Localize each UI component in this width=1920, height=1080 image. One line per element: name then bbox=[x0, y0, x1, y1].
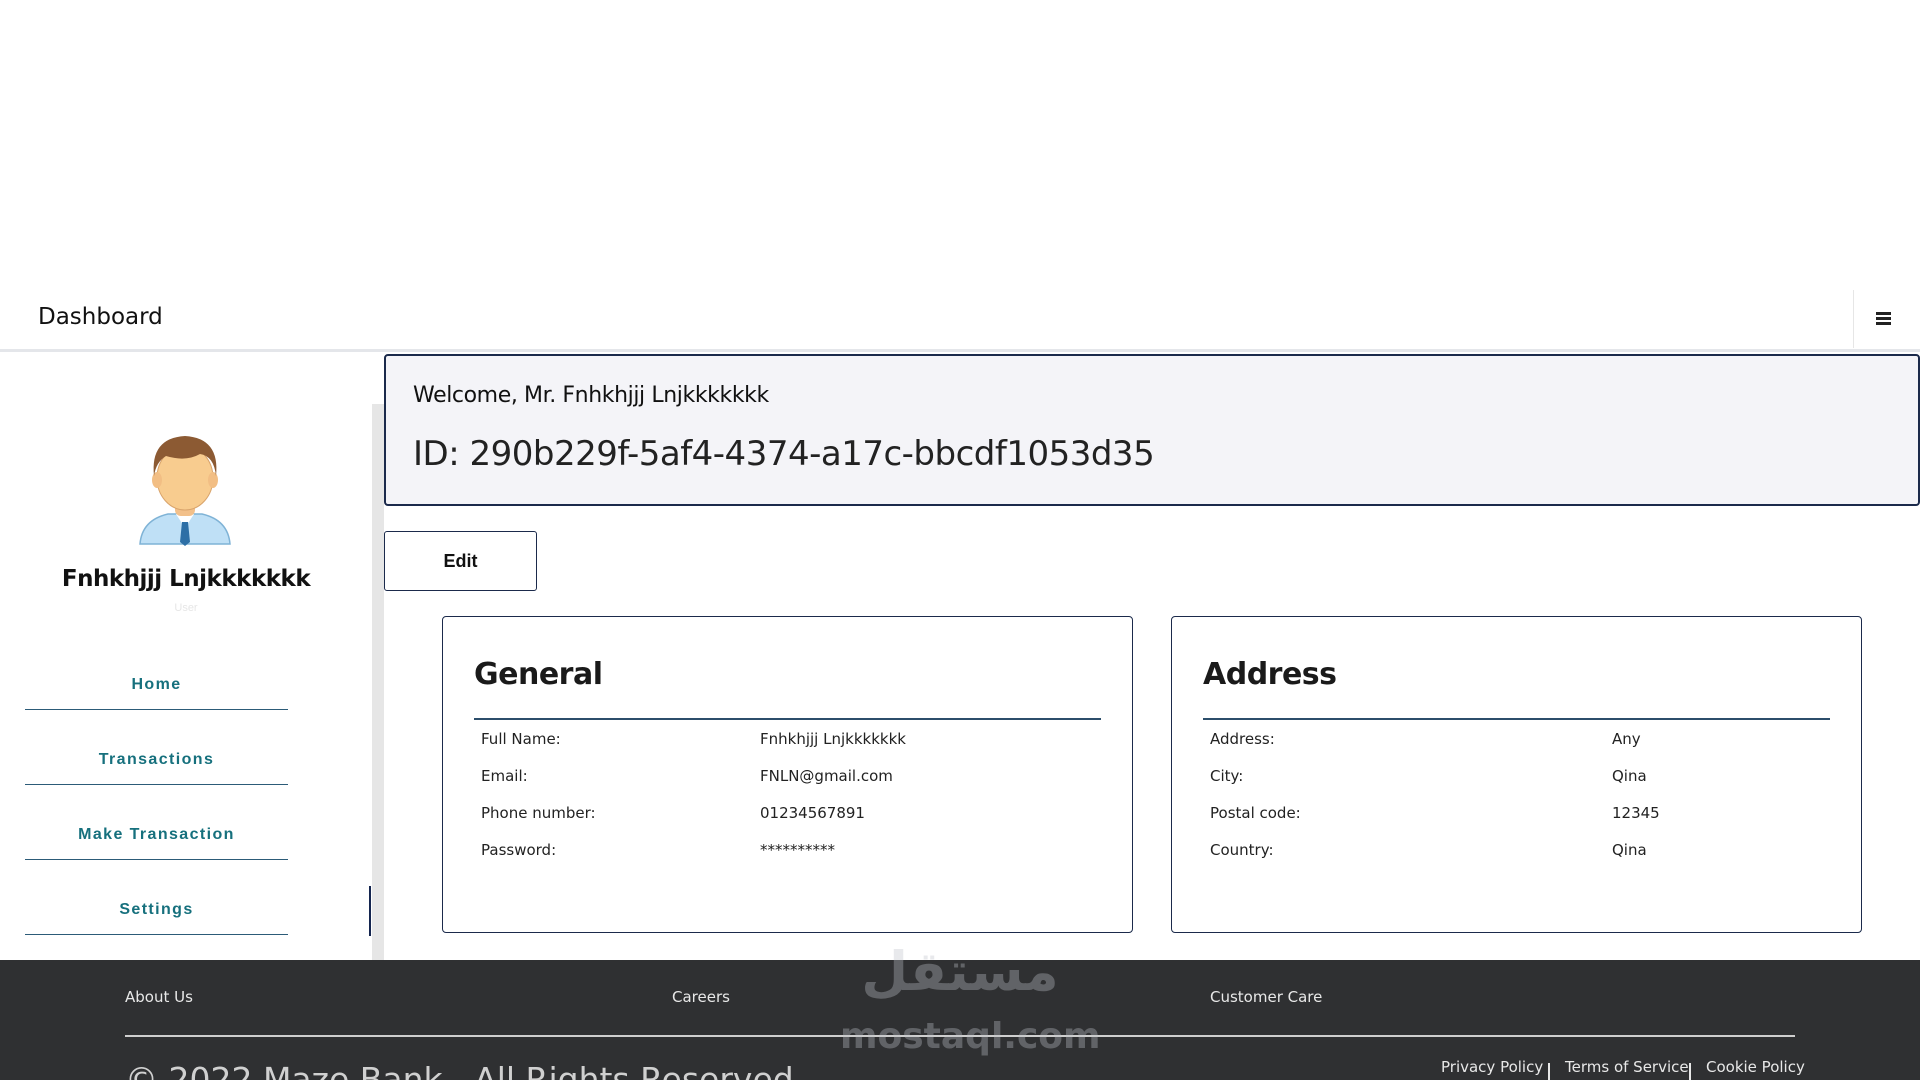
welcome-greeting: Welcome, Mr. Fnhkhjjj Lnjkkkkkkk bbox=[413, 383, 769, 408]
terms-of-service-link[interactable]: Terms of Service bbox=[1565, 1058, 1689, 1076]
info-value: Qina bbox=[1612, 841, 1647, 859]
menu-divider bbox=[1853, 290, 1854, 348]
user-role: User bbox=[174, 602, 198, 614]
info-label: City: bbox=[1210, 767, 1244, 785]
account-id: ID: 290b229f-5af4-4374-a17c-bbcdf1053d35 bbox=[413, 434, 1155, 474]
general-divider bbox=[474, 718, 1101, 720]
address-card: Address Address: Any City: Qina Postal c… bbox=[1171, 616, 1862, 933]
info-label: Full Name: bbox=[481, 730, 561, 748]
cookie-policy-link[interactable]: Cookie Policy bbox=[1706, 1058, 1805, 1076]
sidebar-item-transactions[interactable]: Transactions bbox=[25, 733, 288, 785]
active-indicator bbox=[369, 886, 371, 936]
edit-button[interactable]: Edit bbox=[384, 531, 537, 591]
sidebar-item-home[interactable]: Home bbox=[25, 658, 288, 710]
page-title: Dashboard bbox=[38, 304, 163, 330]
top-bar: Dashboard bbox=[0, 290, 1920, 352]
sidebar-item-make-transaction[interactable]: Make Transaction bbox=[25, 808, 288, 860]
page: Dashboard Fnhkhjjj Lnjkkkkkkk User Home … bbox=[0, 0, 1920, 1080]
info-value: Any bbox=[1612, 730, 1641, 748]
general-card: General Full Name: Fnhkhjjj Lnjkkkkkkk E… bbox=[442, 616, 1133, 933]
footer-link-careers[interactable]: Careers bbox=[672, 988, 730, 1006]
info-value: FNLN@gmail.com bbox=[760, 767, 893, 785]
info-label: Phone number: bbox=[481, 804, 596, 822]
footer-divider bbox=[125, 1035, 1795, 1037]
info-label: Country: bbox=[1210, 841, 1274, 859]
hamburger-menu-icon[interactable] bbox=[1870, 304, 1898, 332]
info-value: ********** bbox=[760, 841, 835, 859]
sidebar: Fnhkhjjj Lnjkkkkkkk User Home Transactio… bbox=[0, 356, 384, 960]
sidebar-item-settings[interactable]: Settings bbox=[25, 883, 288, 935]
copyright-text: © 2022 Maze Bank . All Rights Reserved bbox=[125, 1060, 794, 1080]
info-value: Fnhkhjjj Lnjkkkkkkk bbox=[760, 730, 906, 748]
footer-separator bbox=[1689, 1063, 1691, 1080]
footer-link-about-us[interactable]: About Us bbox=[125, 988, 193, 1006]
address-card-title: Address bbox=[1203, 657, 1337, 692]
footer-separator bbox=[1548, 1063, 1550, 1080]
user-name: Fnhkhjjj Lnjkkkkkkk bbox=[61, 566, 311, 592]
user-avatar-icon bbox=[139, 436, 231, 546]
general-card-title: General bbox=[474, 657, 603, 692]
sidebar-scrollbar[interactable] bbox=[372, 404, 384, 960]
privacy-policy-link[interactable]: Privacy Policy bbox=[1441, 1058, 1543, 1076]
info-value: 12345 bbox=[1612, 804, 1660, 822]
welcome-panel: Welcome, Mr. Fnhkhjjj Lnjkkkkkkk ID: 290… bbox=[384, 354, 1920, 506]
info-label: Email: bbox=[481, 767, 528, 785]
info-value: 01234567891 bbox=[760, 804, 865, 822]
info-label: Postal code: bbox=[1210, 804, 1301, 822]
footer-link-customer-care[interactable]: Customer Care bbox=[1210, 988, 1322, 1006]
info-value: Qina bbox=[1612, 767, 1647, 785]
info-label: Address: bbox=[1210, 730, 1275, 748]
footer: About Us Careers Customer Care © 2022 Ma… bbox=[0, 960, 1920, 1080]
info-label: Password: bbox=[481, 841, 557, 859]
address-divider bbox=[1203, 718, 1830, 720]
